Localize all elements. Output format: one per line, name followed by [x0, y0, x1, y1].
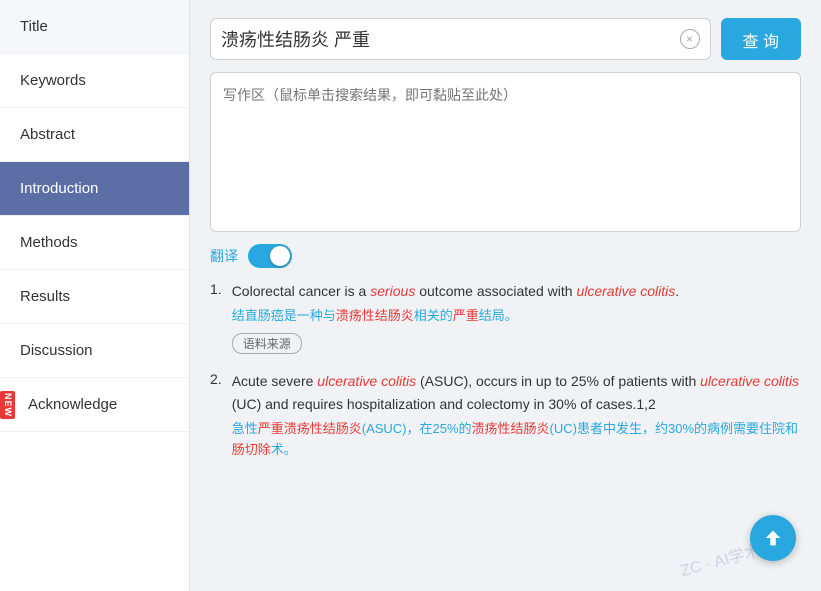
translate-toggle[interactable]	[248, 244, 292, 268]
result-number-label: 2.	[210, 371, 222, 387]
sidebar-item-label: Results	[20, 288, 70, 305]
result-content: Acute severe ulcerative colitis (ASUC), …	[232, 370, 801, 466]
writing-area[interactable]	[210, 72, 801, 232]
new-badge: NEW	[0, 391, 15, 419]
sidebar-item-abstract[interactable]: Abstract	[0, 108, 189, 162]
sidebar-item-label: Abstract	[20, 126, 75, 143]
query-button[interactable]: 查 询	[721, 18, 801, 60]
results-list: 1. Colorectal cancer is a serious outcome…	[210, 280, 801, 467]
result-en-text: Colorectal cancer is a serious outcome a…	[232, 280, 801, 302]
sidebar-item-results[interactable]: Results	[0, 270, 189, 324]
sidebar-item-label: Keywords	[20, 72, 86, 89]
result-number-row: 2. Acute severe ulcerative colitis (ASUC)…	[210, 370, 801, 466]
clear-button[interactable]: ×	[680, 29, 700, 49]
sidebar-item-label: Discussion	[20, 342, 93, 359]
result-item-1: 1. Colorectal cancer is a serious outcome…	[210, 280, 801, 354]
search-input[interactable]	[221, 29, 680, 50]
result-en-text: Acute severe ulcerative colitis (ASUC), …	[232, 370, 801, 415]
sidebar: Title Keywords Abstract Introduction Methods…	[0, 0, 190, 591]
scroll-up-button[interactable]	[750, 515, 796, 561]
result-zh-text: 结直肠癌是一种与溃疡性结肠炎相关的严重结局。	[232, 306, 801, 327]
result-content: Colorectal cancer is a serious outcome a…	[232, 280, 801, 354]
search-bar: × 查 询	[210, 18, 801, 60]
result-number-row: 1. Colorectal cancer is a serious outcome…	[210, 280, 801, 354]
sidebar-item-introduction[interactable]: Introduction	[0, 162, 189, 216]
result-item-2: 2. Acute severe ulcerative colitis (ASUC)…	[210, 370, 801, 466]
sidebar-item-label: Introduction	[20, 180, 98, 197]
translate-label: 翻译	[210, 246, 238, 266]
search-input-wrapper: ×	[210, 18, 711, 60]
source-tag[interactable]: 语料来源	[232, 333, 302, 354]
result-number-label: 1.	[210, 281, 222, 297]
sidebar-item-keywords[interactable]: Keywords	[0, 54, 189, 108]
sidebar-item-acknowledge[interactable]: NEW Acknowledge	[0, 378, 189, 432]
sidebar-item-discussion[interactable]: Discussion	[0, 324, 189, 378]
sidebar-item-label: Methods	[20, 234, 78, 251]
sidebar-item-label: Title	[20, 18, 48, 35]
translate-row: 翻译	[210, 244, 801, 268]
sidebar-item-methods[interactable]: Methods	[0, 216, 189, 270]
sidebar-item-title[interactable]: Title	[0, 0, 189, 54]
sidebar-item-label: Acknowledge	[28, 396, 117, 413]
result-zh-text: 急性严重溃疡性结肠炎(ASUC)，在25%的溃疡性结肠炎(UC)患者中发生，约3…	[232, 419, 801, 461]
main-content: × 查 询 翻译 1. Colorectal cancer is a seriou…	[190, 0, 821, 591]
